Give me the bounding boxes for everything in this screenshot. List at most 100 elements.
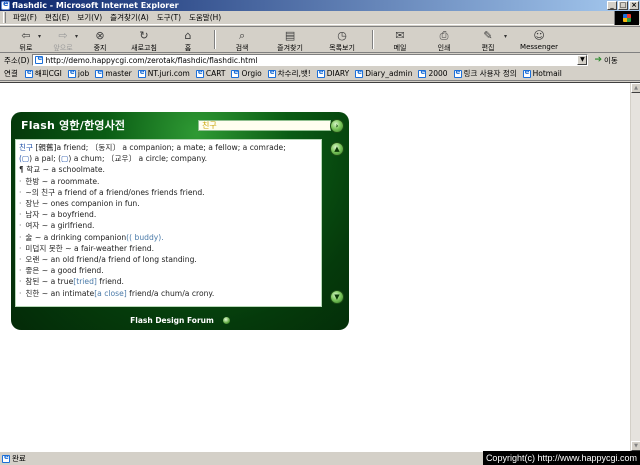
minimize-button[interactable]: _	[607, 1, 617, 10]
home-label: 홈	[184, 44, 192, 52]
example-english: a roommate.	[50, 176, 100, 186]
dictionary-search-input[interactable]	[198, 120, 331, 131]
page-viewport: Flash 영한/한영사전 › ▲ ▼ 친구 [親舊]a friend; 〔동지…	[0, 82, 640, 451]
example-korean: 한방 ~	[25, 176, 49, 186]
menu-favorites[interactable]: 즐겨찾기(A)	[106, 12, 153, 23]
menu-tools[interactable]: 도구(T)	[153, 12, 185, 23]
mail-button[interactable]: ✉ 메일	[378, 27, 422, 52]
messenger-icon: ☺	[533, 29, 545, 42]
scroll-down-button[interactable]: ▼	[330, 290, 344, 304]
home-button[interactable]: ⌂ 홈	[166, 27, 210, 52]
search-button[interactable]: ⌕ 검색	[220, 27, 264, 52]
example-item: · 여자 ~ a girlfriend.	[19, 220, 318, 231]
refresh-label: 새로고침	[131, 44, 157, 52]
link-item[interactable]: 링크 사용자 정의	[451, 68, 520, 79]
toolbar-separator	[372, 30, 375, 49]
footer-orb-icon	[222, 316, 230, 324]
sense-text: 학교 ~ a schoolmate.	[26, 165, 105, 175]
maximize-button[interactable]: □	[618, 1, 628, 10]
stop-button[interactable]: ⊗ 중지	[78, 27, 122, 52]
link-item[interactable]: Hotmail	[520, 68, 565, 78]
vertical-scrollbar[interactable]: ▲ ▼	[630, 83, 640, 451]
history-label: 목록보기	[329, 44, 355, 52]
link-page-icon	[355, 68, 364, 78]
example-english: an old friend/a friend of long standing.	[50, 255, 197, 265]
go-button[interactable]: ➔ 이동	[594, 55, 617, 66]
example-english-tail: friend/a chum/a crony.	[126, 288, 215, 298]
link-item[interactable]: CART	[193, 68, 229, 78]
window-title: flashdic - Microsoft Internet Explorer	[12, 1, 179, 10]
scroll-up-arrow-icon[interactable]: ▲	[631, 83, 640, 93]
stop-label: 중지	[93, 44, 107, 52]
entry-hanja: [親舊]	[35, 143, 57, 152]
bullet-icon: ·	[19, 187, 22, 197]
link-label: CART	[205, 69, 226, 78]
bullet-icon: ·	[19, 232, 22, 242]
entry-line: 친구 [親舊]a friend; 〔동지〕 a companion; a mat…	[19, 142, 318, 153]
link-item[interactable]: 2000	[415, 68, 450, 78]
window-controls: _ □ ×	[607, 1, 639, 10]
address-dropdown-icon[interactable]: ▼	[577, 55, 588, 65]
example-english: ones companion in fun.	[50, 199, 140, 209]
menu-grip[interactable]	[3, 12, 6, 23]
link-item[interactable]: Diary_admin	[352, 68, 415, 78]
link-item[interactable]: DIARY	[314, 68, 352, 78]
link-item[interactable]: 차수리,뱃!	[265, 68, 314, 79]
entry-definition-cont: ) a chum; 〔교우〕 a circle; company.	[68, 154, 208, 164]
dictionary-result-panel: 친구 [親舊]a friend; 〔동지〕 a companion; a mat…	[15, 139, 322, 307]
entry-line: (▢) a pal; (▢) a chum; 〔교우〕 a circle; co…	[19, 153, 318, 164]
example-korean: 오랜 ~	[25, 255, 49, 265]
refresh-button[interactable]: ↻ 새로고침	[122, 27, 166, 52]
back-arrow-icon: ⇦	[21, 29, 31, 42]
link-label: 해피CGI	[34, 69, 62, 78]
link-label: 링크 사용자 정의	[463, 69, 517, 78]
messenger-button[interactable]: ☺ Messenger	[507, 27, 571, 52]
title-bar: flashdic - Microsoft Internet Explorer _…	[0, 0, 640, 11]
link-label: NT.juri.com	[147, 69, 190, 78]
link-page-icon	[137, 68, 146, 78]
link-item[interactable]: 해피CGI	[22, 68, 65, 79]
close-button[interactable]: ×	[629, 1, 639, 10]
favorites-button[interactable]: ▤ 즐겨찾기	[264, 27, 316, 52]
refresh-icon: ↻	[139, 29, 149, 42]
link-item[interactable]: Orgio	[228, 68, 264, 78]
forward-arrow-icon: ⇨	[58, 29, 68, 42]
link-item[interactable]: job	[65, 68, 92, 78]
address-field[interactable]: ▼	[32, 54, 589, 66]
link-page-icon	[231, 68, 240, 78]
link-item[interactable]: master	[92, 68, 134, 78]
example-variant: (( buddy).	[126, 232, 164, 242]
printer-icon: ⎙	[439, 29, 449, 42]
scroll-up-button[interactable]: ▲	[330, 142, 344, 156]
example-item: · 한방 ~ a roommate.	[19, 176, 318, 187]
footer-link[interactable]: Flash Design Forum	[130, 316, 214, 325]
menu-help[interactable]: 도움말(H)	[185, 12, 225, 23]
menu-edit[interactable]: 편집(E)	[41, 12, 73, 23]
dictionary-search-go-button[interactable]: ›	[330, 119, 344, 133]
example-item: · 오랜 ~ an old friend/a friend of long sta…	[19, 254, 318, 265]
ie-icon	[1, 0, 10, 10]
link-label: job	[77, 69, 90, 78]
link-page-icon	[24, 68, 33, 78]
link-page-icon	[522, 68, 531, 78]
example-english: a girlfriend.	[50, 221, 95, 231]
edit-label: 편집	[481, 44, 495, 52]
edit-icon: ✎	[483, 29, 493, 42]
menu-file[interactable]: 파일(F)	[9, 12, 41, 23]
example-item: · 미덥지 못한 ~ a fair-weather friend.	[19, 243, 318, 254]
address-input[interactable]	[45, 55, 576, 65]
menu-view[interactable]: 보기(V)	[73, 12, 106, 23]
link-page-icon	[195, 68, 204, 78]
copyright-banner: Copyright(c) http://www.happycgi.com	[482, 451, 640, 465]
link-item[interactable]: NT.juri.com	[135, 68, 193, 78]
link-page-icon	[418, 68, 427, 78]
example-item: · 좋은 ~ a good friend.	[19, 265, 318, 276]
example-korean: 장난 ~	[25, 199, 49, 209]
scroll-down-arrow-icon[interactable]: ▼	[631, 441, 640, 451]
link-label: Hotmail	[532, 69, 562, 78]
history-button[interactable]: ◷ 목록보기	[316, 27, 368, 52]
example-korean: ~의 친구	[25, 187, 56, 197]
chevron-up-icon: ▲	[334, 145, 340, 153]
print-button[interactable]: ⎙ 인쇄	[422, 27, 466, 52]
menu-bar: 파일(F) 편집(E) 보기(V) 즐겨찾기(A) 도구(T) 도움말(H)	[0, 11, 640, 25]
